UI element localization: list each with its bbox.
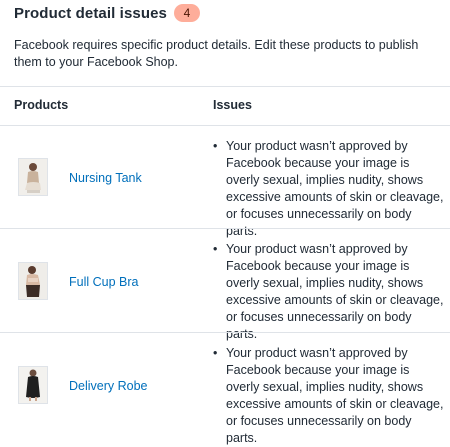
issue-list-item: • Your product wasn’t approved by Facebo… — [213, 241, 445, 343]
bullet: • — [213, 242, 218, 256]
product-thumbnail[interactable] — [18, 366, 48, 404]
card-title: Product detail issues — [14, 4, 167, 22]
issue-list-item: • Your product wasn’t approved by Facebo… — [213, 345, 445, 447]
column-header-products: Products — [14, 98, 69, 112]
card-description: Facebook requires specific product detai… — [14, 38, 419, 69]
column-header-issues: Issues — [213, 98, 252, 112]
issue-text: Your product wasn’t approved by Facebook… — [226, 139, 444, 238]
product-issues-card: Product detail issues 4 Facebook require… — [0, 0, 450, 445]
product-image — [19, 159, 47, 195]
divider — [0, 86, 450, 87]
product-image — [19, 367, 47, 403]
bullet: • — [213, 346, 218, 360]
table-row: Nursing Tank • Your product wasn’t appro… — [0, 126, 450, 238]
product-link[interactable]: Delivery Robe — [69, 379, 148, 393]
table-row: Delivery Robe • Your product wasn’t appr… — [0, 333, 450, 445]
product-thumbnail[interactable] — [18, 262, 48, 300]
bullet: • — [213, 139, 218, 153]
product-image — [19, 263, 47, 299]
product-thumbnail[interactable] — [18, 158, 48, 196]
issue-list-item: • Your product wasn’t approved by Facebo… — [213, 138, 445, 240]
product-link[interactable]: Nursing Tank — [69, 171, 142, 185]
issue-count-badge: 4 — [173, 4, 200, 22]
issue-text: Your product wasn’t approved by Facebook… — [226, 242, 444, 341]
issue-text: Your product wasn’t approved by Facebook… — [226, 346, 444, 445]
table-row: Full Cup Bra • Your product wasn’t appro… — [0, 229, 450, 341]
card-header: Product detail issues 4 — [14, 4, 200, 22]
product-link[interactable]: Full Cup Bra — [69, 275, 138, 289]
